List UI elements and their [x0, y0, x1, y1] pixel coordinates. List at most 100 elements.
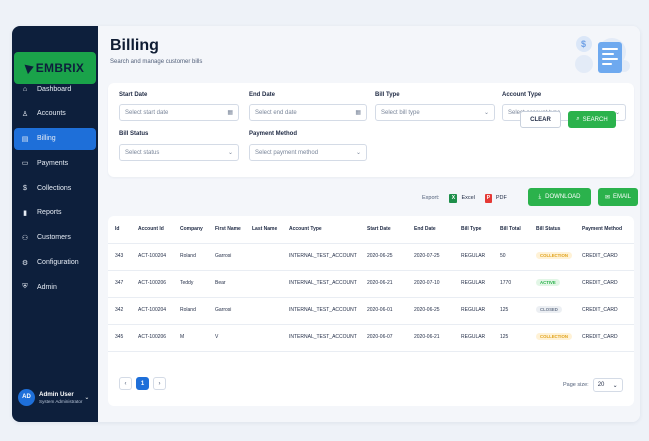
- bill-status-select[interactable]: Select status ⌄: [119, 144, 239, 161]
- table-cell: Garrosi: [215, 253, 232, 259]
- table-cell: ACT-100206: [138, 334, 167, 340]
- table-cell: 347: [115, 280, 124, 286]
- gear-icon: ⚙: [21, 259, 29, 267]
- table-cell: INTERNAL_TEST_ACCOUNT: [289, 334, 357, 340]
- bar-chart-icon: ▮: [23, 209, 27, 217]
- search-button-label: SEARCH: [582, 116, 608, 123]
- page-size-select[interactable]: 20 ⌄: [592, 378, 623, 392]
- column-header[interactable]: Payment Method: [582, 226, 622, 232]
- sidebar-item-collections[interactable]: $ Collections: [14, 177, 96, 199]
- start-date-input[interactable]: Select start date ▦: [119, 104, 239, 121]
- pdf-icon: P: [484, 193, 492, 203]
- divider: [108, 270, 634, 271]
- brand-name: EMBRIX: [35, 61, 85, 75]
- table-cell: Roland: [180, 307, 196, 313]
- table-cell: Bear: [215, 280, 226, 286]
- user-role: System Administrator: [39, 398, 83, 404]
- user-name: Admin User: [39, 390, 74, 398]
- pagination: ‹ 1 ›: [119, 377, 170, 390]
- page-button-current[interactable]: 1: [136, 377, 149, 390]
- divider: [108, 351, 634, 352]
- table-cell: 2020-06-01: [367, 307, 393, 313]
- sidebar-item-configuration[interactable]: ⚙ Configuration: [14, 252, 96, 274]
- main-content: Billing Search and manage customer bills…: [98, 26, 640, 422]
- download-label: DOWNLOAD: [545, 194, 581, 200]
- column-header[interactable]: First Name: [215, 226, 241, 232]
- column-header[interactable]: Start Date: [367, 226, 391, 232]
- page-title: Billing: [110, 37, 159, 54]
- column-header[interactable]: Bill Total: [500, 226, 521, 232]
- chevron-down-icon: ⌄: [227, 150, 233, 156]
- search-button[interactable]: ⌕ SEARCH: [568, 111, 616, 128]
- table-cell: 2020-06-21: [367, 280, 393, 286]
- column-header[interactable]: Company: [180, 226, 203, 232]
- status-badge: ACTIVE: [536, 279, 560, 286]
- start-date-placeholder: Select start date: [125, 109, 169, 116]
- table-cell: ACT-100206: [138, 280, 167, 286]
- table-cell: CREDIT_CARD: [582, 253, 618, 259]
- sidebar-item-reports[interactable]: ▮ Reports: [14, 202, 96, 224]
- table-cell: M: [180, 334, 185, 340]
- column-header[interactable]: End Date: [414, 226, 436, 232]
- next-page-button[interactable]: ›: [153, 377, 166, 390]
- column-header[interactable]: Account Id: [138, 226, 164, 232]
- page-size-label: Page size:: [563, 382, 589, 388]
- sidebar-item-payments[interactable]: ▭ Payments: [14, 152, 96, 174]
- table-cell: REGULAR: [461, 307, 486, 313]
- prev-page-button[interactable]: ‹: [119, 377, 132, 390]
- sidebar-item-label: Admin: [37, 283, 57, 291]
- excel-export-link[interactable]: X Excel: [449, 193, 475, 203]
- shield-icon: ⛨: [22, 283, 28, 291]
- table-cell: Teddy: [180, 280, 194, 286]
- bill-status-label: Bill Status: [119, 131, 149, 137]
- table-cell: 125: [500, 334, 509, 340]
- chevron-down-icon: ⌄: [483, 110, 489, 116]
- table-cell: 2020-06-07: [367, 334, 393, 340]
- table-cell: Garrosi: [215, 307, 232, 313]
- payment-method-select[interactable]: Select payment method ⌄: [249, 144, 367, 161]
- excel-label: Excel: [461, 195, 475, 201]
- end-date-input[interactable]: Select end date ▦: [249, 104, 367, 121]
- table-cell: CREDIT_CARD: [582, 334, 618, 340]
- bill-status-placeholder: Select status: [125, 149, 160, 156]
- email-button[interactable]: ✉ EMAIL: [598, 188, 638, 206]
- column-header[interactable]: Account Type: [289, 226, 322, 232]
- bills-table: Id Account Id Company First Name Last Name Ac…: [108, 216, 634, 406]
- filter-panel: Start Date Select start date ▦ End Date …: [108, 83, 634, 177]
- column-header[interactable]: Id: [115, 226, 119, 232]
- pdf-label: PDF: [495, 195, 507, 201]
- sidebar: EMBRIX ⌂ Dashboard ♙ Accounts ▤ Billing ▭ Payme…: [12, 26, 98, 422]
- calendar-icon: ▦: [355, 110, 361, 116]
- sidebar-item-label: Collections: [37, 184, 72, 192]
- user-menu[interactable]: AD Admin User System Administrator ⌄: [18, 383, 96, 411]
- sidebar-item-admin[interactable]: ⛨ Admin: [14, 276, 96, 298]
- sidebar-item-billing[interactable]: ▤ Billing: [14, 127, 96, 150]
- logo-mark-icon: [24, 61, 36, 75]
- table-cell: ACT-100204: [138, 307, 167, 313]
- clear-button[interactable]: CLEAR: [520, 111, 561, 128]
- table-cell: 342: [115, 307, 124, 313]
- sidebar-item-accounts[interactable]: ♙ Accounts: [14, 103, 96, 125]
- table-cell: 50: [500, 253, 506, 259]
- column-header[interactable]: Bill Type: [461, 226, 481, 232]
- bill-type-label: Bill Type: [375, 92, 400, 98]
- divider: [108, 297, 634, 298]
- download-icon: ⤓: [538, 193, 542, 200]
- column-header[interactable]: Last Name: [252, 226, 277, 232]
- table-cell: 125: [500, 307, 509, 313]
- divider: [108, 324, 634, 325]
- search-icon: ⌕: [576, 116, 580, 122]
- sidebar-item-dashboard[interactable]: ⌂ Dashboard: [14, 78, 96, 100]
- table-cell: 2020-07-10: [414, 280, 440, 286]
- table-cell: ACT-100204: [138, 253, 167, 259]
- pdf-export-link[interactable]: P PDF: [484, 193, 507, 203]
- card-icon: ▭: [21, 160, 29, 168]
- table-cell: INTERNAL_TEST_ACCOUNT: [289, 253, 357, 259]
- bill-type-select[interactable]: Select bill type ⌄: [375, 104, 495, 121]
- page-size-value: 20: [597, 382, 605, 388]
- sidebar-item-customers[interactable]: ⚇ Customers: [14, 227, 96, 249]
- table-cell: REGULAR: [461, 253, 486, 259]
- download-button[interactable]: ⤓ DOWNLOAD: [528, 188, 591, 206]
- app-window: EMBRIX ⌂ Dashboard ♙ Accounts ▤ Billing ▭ Payme…: [12, 26, 640, 422]
- column-header[interactable]: Bill Status: [536, 226, 560, 232]
